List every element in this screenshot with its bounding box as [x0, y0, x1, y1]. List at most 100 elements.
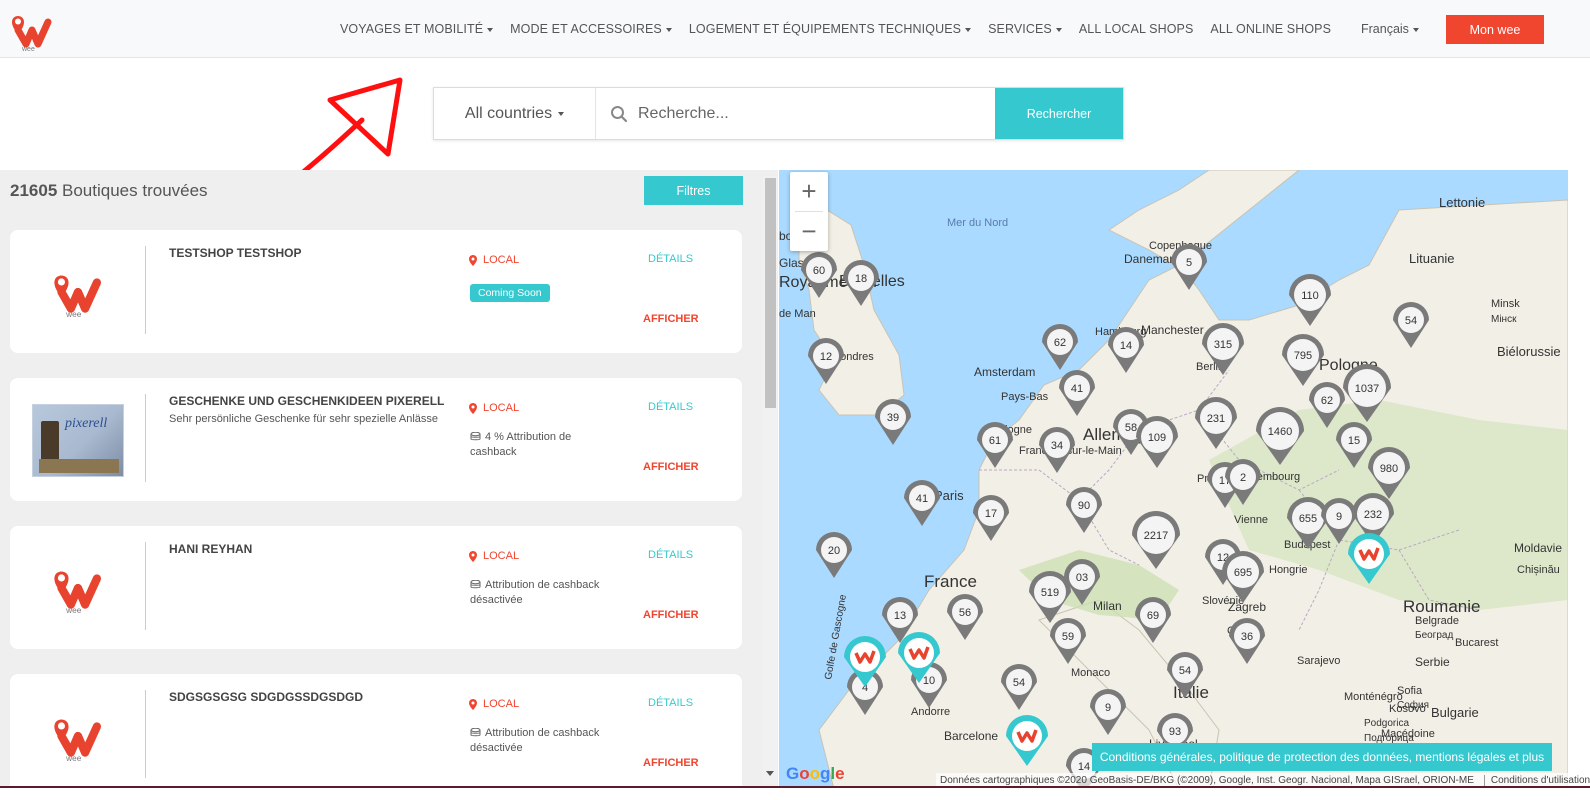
cluster-count[interactable]: 54 — [1013, 677, 1025, 689]
location-pin-icon — [469, 698, 477, 710]
zoom-controls: + − — [790, 172, 828, 251]
map-label: Pays-Bas — [1001, 391, 1049, 403]
details-link[interactable]: DÉTAILS — [648, 253, 693, 265]
cluster-count[interactable]: 315 — [1214, 339, 1232, 351]
nav-item-local-shops[interactable]: ALL LOCAL SHOPS — [1079, 22, 1194, 36]
language-selector[interactable]: Français — [1361, 22, 1419, 36]
google-logo: Google — [786, 764, 845, 783]
shop-card[interactable]: wee TESTSHOP TESTSHOP LOCAL Coming Soon … — [10, 230, 742, 353]
cluster-count[interactable]: 980 — [1380, 463, 1398, 475]
cluster-count[interactable]: 18 — [855, 273, 867, 285]
cluster-count[interactable]: 41 — [1071, 383, 1083, 395]
cluster-count[interactable]: 232 — [1364, 509, 1382, 521]
cluster-count[interactable]: 1037 — [1355, 383, 1379, 395]
details-link[interactable]: DÉTAILS — [648, 697, 693, 709]
terms-banner[interactable]: Conditions générales, politique de prote… — [1092, 743, 1552, 771]
cluster-count[interactable]: 14 — [1120, 340, 1132, 352]
zoom-out-button[interactable]: − — [790, 212, 828, 251]
cluster-count[interactable]: 10 — [923, 675, 935, 687]
cluster-count[interactable]: 1460 — [1268, 426, 1292, 438]
map-label: Belgrade — [1415, 615, 1459, 627]
account-button[interactable]: Mon wee — [1446, 15, 1544, 44]
cluster-count[interactable]: 54 — [1179, 665, 1191, 677]
shop-card[interactable]: pixerell GESCHENKE UND GESCHENKIDEEN PIX… — [10, 378, 742, 501]
cluster-count[interactable]: 109 — [1148, 432, 1166, 444]
country-select[interactable]: All countries — [434, 88, 596, 139]
map-cluster-marker[interactable]: 20 — [816, 532, 852, 578]
cluster-count[interactable]: 34 — [1051, 440, 1063, 452]
cluster-count[interactable]: 03 — [1076, 572, 1088, 584]
cluster-count[interactable]: 14 — [1078, 761, 1090, 773]
cluster-count[interactable]: 93 — [1169, 726, 1181, 738]
chevron-down-icon — [558, 111, 565, 116]
shop-card[interactable]: wee SDGSGSGSG SDGDGSSDGSDGD LOCAL Attrib… — [10, 674, 742, 786]
cluster-count[interactable]: 69 — [1147, 610, 1159, 622]
cluster-count[interactable]: 12 — [820, 351, 832, 363]
cluster-count[interactable]: 62 — [1321, 395, 1333, 407]
cluster-count[interactable]: 795 — [1294, 350, 1312, 362]
shop-card[interactable]: wee HANI REYHAN LOCAL Attribution de cas… — [10, 526, 742, 649]
search-button[interactable]: Rechercher — [995, 88, 1123, 139]
chevron-down-icon — [1055, 27, 1062, 32]
nav-item-services[interactable]: SERVICES — [988, 22, 1062, 36]
search-icon — [611, 105, 628, 122]
main-nav: VOYAGES ET MOBILITÉ MODE ET ACCESSOIRES … — [340, 0, 1348, 58]
show-link[interactable]: AFFICHER — [643, 313, 699, 325]
cluster-count[interactable]: 39 — [887, 412, 899, 424]
wee-logo[interactable]: wee — [6, 8, 58, 52]
nav-item-voyages[interactable]: VOYAGES ET MOBILITÉ — [340, 22, 494, 36]
cluster-count[interactable]: 13 — [894, 610, 906, 622]
cluster-count[interactable]: 59 — [1062, 631, 1074, 643]
filters-button[interactable]: Filtres — [644, 176, 743, 205]
shop-map[interactable]: Mer du Nord Danemark Copenhague Lettonie Lit… — [779, 170, 1568, 789]
cluster-count[interactable]: 695 — [1234, 567, 1252, 579]
logo-text: wee — [21, 46, 35, 52]
map-canvas[interactable]: Mer du NordDanemarkCopenhagueLettonieLit… — [779, 170, 1568, 789]
scroll-down-arrow[interactable] — [766, 771, 774, 776]
cluster-count[interactable]: 60 — [813, 265, 825, 277]
nav-item-logement[interactable]: LOGEMENT ET ÉQUIPEMENTS TECHNIQUES — [689, 22, 972, 36]
cluster-count[interactable]: 15 — [1348, 435, 1360, 447]
map-label: Lettonie — [1439, 195, 1485, 210]
zoom-in-button[interactable]: + — [790, 172, 828, 211]
map-cluster-marker[interactable]: 62 — [1042, 323, 1078, 370]
cluster-count[interactable]: 9 — [1105, 702, 1111, 714]
cluster-count[interactable]: 110 — [1301, 290, 1319, 302]
cluster-count[interactable]: 61 — [989, 435, 1001, 447]
show-link[interactable]: AFFICHER — [643, 757, 699, 769]
details-link[interactable]: DÉTAILS — [648, 549, 693, 561]
scrollbar-thumb[interactable] — [765, 178, 776, 408]
cluster-count[interactable]: 5 — [1186, 257, 1192, 269]
wee-logo: wee — [54, 275, 102, 318]
show-link[interactable]: AFFICHER — [643, 609, 699, 621]
cluster-count[interactable]: 54 — [1405, 315, 1417, 327]
terms-of-use-link[interactable]: Conditions d'utilisation — [1483, 775, 1590, 786]
cluster-count[interactable]: 655 — [1299, 513, 1317, 525]
cluster-count[interactable]: 17 — [985, 508, 997, 520]
map-cluster-marker[interactable]: 41 — [904, 480, 940, 526]
cluster-count[interactable]: 62 — [1054, 337, 1066, 349]
cluster-count[interactable]: 231 — [1207, 413, 1225, 425]
cluster-count[interactable]: 56 — [959, 607, 971, 619]
cluster-count[interactable]: 2217 — [1144, 530, 1168, 542]
search-input[interactable] — [638, 104, 978, 123]
details-link[interactable]: DÉTAILS — [648, 401, 693, 413]
map-label: Roumanie — [1403, 597, 1481, 616]
nav-item-mode[interactable]: MODE ET ACCESSOIRES — [510, 22, 672, 36]
cluster-count[interactable]: 20 — [828, 545, 840, 557]
cluster-count[interactable]: 9 — [1336, 511, 1342, 523]
cluster-count[interactable]: 41 — [916, 493, 928, 505]
shop-logo: wee — [32, 690, 124, 782]
cluster-count[interactable]: 90 — [1078, 500, 1090, 512]
chevron-down-icon — [487, 27, 494, 32]
cluster-count[interactable]: 519 — [1041, 587, 1059, 599]
cluster-count[interactable]: 2 — [1240, 472, 1246, 484]
wee-logo: wee — [54, 571, 102, 614]
divider — [145, 690, 146, 778]
cluster-count[interactable]: 58 — [1125, 422, 1137, 434]
cluster-count[interactable]: 36 — [1241, 631, 1253, 643]
nav-item-online-shops[interactable]: ALL ONLINE SHOPS — [1210, 22, 1331, 36]
map-label: Golfe de Gascogne — [823, 593, 849, 680]
show-link[interactable]: AFFICHER — [643, 461, 699, 473]
map-cluster-marker[interactable]: 39 — [875, 399, 911, 445]
